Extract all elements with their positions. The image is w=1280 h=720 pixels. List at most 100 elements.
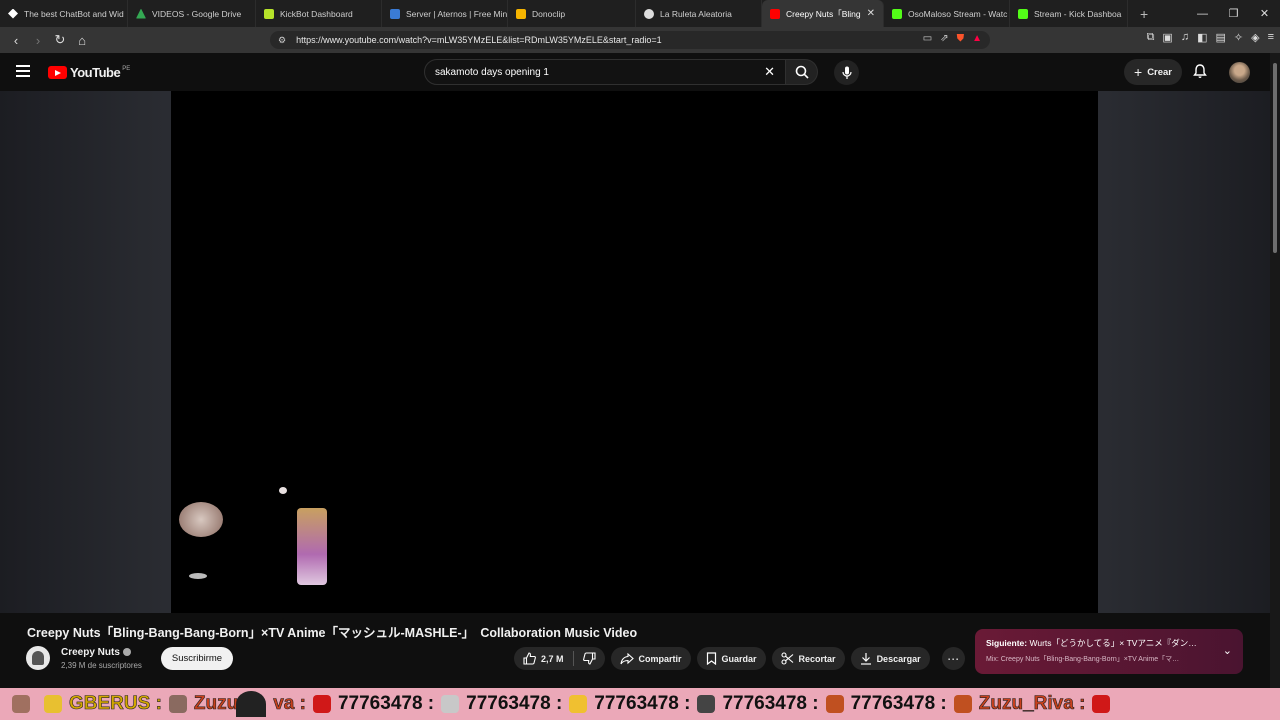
- thumbs-up-icon: [523, 652, 536, 665]
- forward-icon[interactable]: ›: [28, 33, 48, 48]
- thumbs-down-icon: [582, 652, 596, 665]
- emote-icon: [12, 695, 30, 713]
- cast-icon[interactable]: ▭: [923, 33, 932, 44]
- next-video-card[interactable]: Siguiente: Wurts「どうかしてる」× TVアニメ『ダン… Mix:…: [975, 629, 1243, 674]
- emote-icon: [953, 695, 972, 713]
- save-button[interactable]: Guardar: [696, 647, 766, 670]
- share-button[interactable]: Compartir: [610, 647, 691, 670]
- tab-favicon-icon: [8, 8, 18, 19]
- kick-icon: [892, 8, 902, 19]
- scissors-icon: [780, 652, 793, 665]
- voice-search-button[interactable]: [834, 60, 859, 85]
- browser-tab-bar: The best ChatBot and Wid VIDEOS - Google…: [0, 0, 1280, 27]
- clip-button[interactable]: Recortar: [771, 647, 845, 670]
- overlay-sticker: [297, 508, 327, 585]
- browser-tab-active[interactable]: Creepy Nuts「Bling ✕: [762, 0, 884, 27]
- dislike-button[interactable]: [574, 647, 605, 670]
- overlay-number: 77763478 :: [722, 693, 819, 714]
- sidebar-icon[interactable]: ◧: [1197, 31, 1207, 44]
- subscribe-button[interactable]: Suscribirme: [161, 647, 233, 670]
- youtube-play-icon: [48, 66, 67, 79]
- hamburger-menu-icon[interactable]: [16, 65, 30, 77]
- more-options-icon[interactable]: ⋯: [941, 647, 965, 670]
- scrollbar-thumb[interactable]: [1273, 63, 1277, 253]
- verified-icon: [122, 648, 131, 657]
- share-page-icon[interactable]: ⇗: [940, 33, 948, 44]
- emote-icon: [1092, 695, 1111, 713]
- search-icon: [795, 65, 809, 79]
- close-window-icon[interactable]: ✕: [1249, 7, 1280, 20]
- overlay-username: Zuzu: [193, 693, 239, 715]
- browser-tab[interactable]: VIDEOS - Google Drive: [128, 0, 256, 27]
- media-icon[interactable]: ♫: [1181, 31, 1189, 44]
- plus-icon: +: [1134, 64, 1143, 80]
- leo-ai-icon[interactable]: ✧: [1234, 31, 1243, 44]
- screenshot-icon[interactable]: ▣: [1162, 31, 1172, 44]
- minimize-icon[interactable]: —: [1187, 8, 1218, 20]
- back-icon[interactable]: ‹: [6, 33, 26, 48]
- page-scrollbar[interactable]: [1270, 53, 1280, 688]
- bookmark-icon: [706, 652, 716, 665]
- overlay-sticker: [279, 487, 287, 494]
- brave-rewards-icon[interactable]: ▲: [972, 33, 982, 44]
- emote-icon: [697, 695, 716, 713]
- channel-name[interactable]: Creepy Nuts: [61, 647, 131, 658]
- create-button[interactable]: + Crear: [1124, 59, 1183, 85]
- brave-shield-icon[interactable]: ⛊: [957, 33, 965, 44]
- like-dislike-group: 2,7 M: [514, 647, 605, 670]
- video-player[interactable]: [171, 91, 1098, 613]
- like-button[interactable]: 2,7 M: [514, 647, 573, 670]
- close-tab-icon[interactable]: ✕: [863, 8, 875, 19]
- address-bar[interactable]: ⚙ https://www.youtube.com/watch?v=mLW35Y…: [270, 31, 990, 49]
- browser-tab[interactable]: Donoclip: [508, 0, 636, 27]
- home-icon[interactable]: ⌂: [72, 33, 92, 48]
- browser-tab[interactable]: Server | Aternos | Free Min: [382, 0, 508, 27]
- vpn-icon[interactable]: ◈: [1251, 31, 1259, 44]
- wallet-icon[interactable]: ▤: [1215, 31, 1225, 44]
- microphone-icon: [841, 66, 852, 79]
- search-input[interactable]: sakamoto days opening 1 ✕: [424, 59, 786, 85]
- next-video-playlist: Mix: Creepy Nuts「Bling-Bang-Bang-Born」×T…: [986, 656, 1180, 663]
- avatar[interactable]: [1229, 62, 1250, 83]
- stream-chat-overlay: GBERUS : Zuzu va : 77763478 : 77763478 :…: [0, 688, 1280, 720]
- chevron-down-icon[interactable]: ⌄: [1223, 644, 1232, 657]
- bell-icon: [1193, 64, 1207, 78]
- subscriber-count: 2,39 M de suscriptores: [61, 661, 142, 670]
- youtube-favicon-icon: [770, 8, 780, 19]
- emote-icon: [312, 695, 331, 713]
- emote-icon: [168, 695, 187, 713]
- notifications-button[interactable]: [1193, 64, 1207, 79]
- next-video-title: Siguiente: Wurts「どうかしてる」× TVアニメ『ダン…: [986, 638, 1197, 648]
- site-info-icon[interactable]: ⚙: [278, 35, 286, 46]
- aternos-icon: [390, 8, 400, 19]
- clear-search-icon[interactable]: ✕: [764, 64, 775, 80]
- browser-tab[interactable]: OsoMaloso Stream - Watc: [884, 0, 1010, 27]
- download-button[interactable]: Descargar: [850, 647, 930, 670]
- reload-icon[interactable]: ↻: [50, 32, 70, 48]
- roulette-icon: [644, 8, 654, 19]
- browser-tab[interactable]: La Ruleta Aleatoria: [636, 0, 762, 27]
- menu-icon[interactable]: ≡: [1268, 31, 1274, 44]
- emote-icon: [569, 695, 588, 713]
- kickbot-icon: [264, 8, 274, 19]
- url-text: https://www.youtube.com/watch?v=mLW35YMz…: [296, 35, 662, 45]
- video-actions: 2,7 M Compartir Guardar Recortar Descarg…: [514, 647, 965, 670]
- kick-icon: [1018, 8, 1028, 19]
- share-icon: [619, 652, 634, 664]
- extensions-icon[interactable]: ⧉: [1147, 31, 1155, 44]
- overlay-username: Zuzu_Riva :: [978, 693, 1086, 715]
- overlay-number: 77763478 :: [594, 693, 691, 714]
- youtube-header: YouTube PE sakamoto days opening 1 ✕ + C…: [0, 53, 1280, 91]
- channel-avatar[interactable]: [26, 646, 50, 670]
- new-tab-icon[interactable]: +: [1140, 6, 1148, 22]
- browser-tab[interactable]: Stream - Kick Dashboa: [1010, 0, 1128, 27]
- download-icon: [860, 653, 871, 665]
- emote-icon: [441, 695, 460, 713]
- browser-tab[interactable]: The best ChatBot and Wid: [0, 0, 128, 27]
- overlay-sticker: [189, 573, 207, 579]
- browser-tab[interactable]: KickBot Dashboard: [256, 0, 382, 27]
- maximize-icon[interactable]: ❐: [1218, 7, 1249, 20]
- youtube-logo[interactable]: YouTube PE: [48, 65, 130, 80]
- search-button[interactable]: [786, 59, 818, 85]
- emote-icon: [44, 695, 62, 713]
